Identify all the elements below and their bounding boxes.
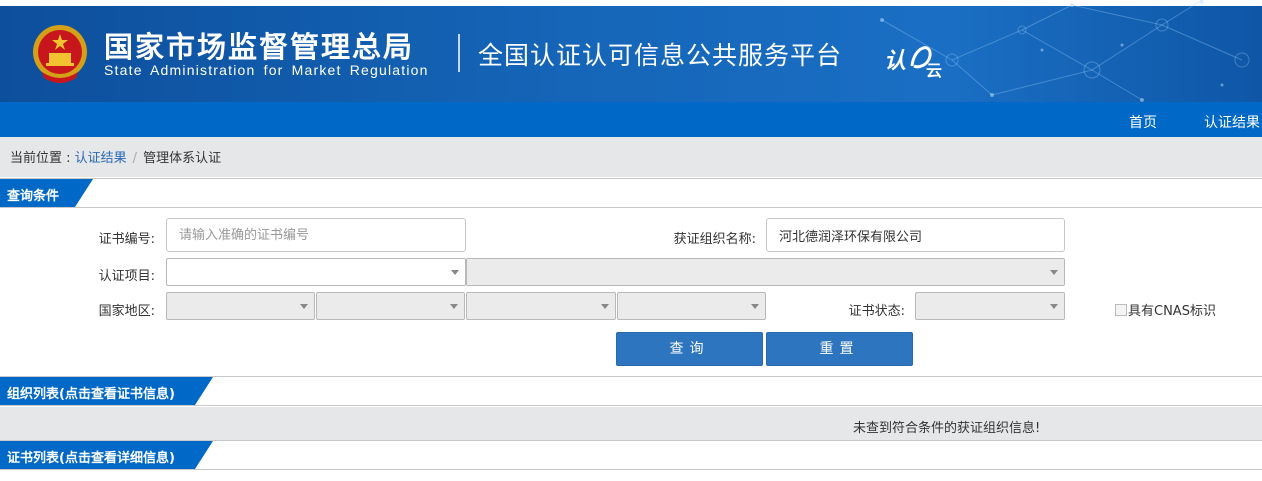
org-list-section-header: 组织列表(点击查看证书信息) — [0, 376, 1262, 406]
project-subtype-select[interactable] — [466, 258, 1065, 286]
cloud-logo-icon: 认 云 — [884, 46, 942, 80]
org-name-input[interactable] — [766, 218, 1065, 252]
cert-no-label: 证书编号: — [98, 232, 155, 247]
chevron-down-icon — [601, 304, 609, 309]
org-name-label: 获证组织名称: — [673, 232, 756, 247]
platform-title: 全国认证认可信息公共服务平台 — [478, 41, 843, 70]
reset-button[interactable]: 重置 — [766, 332, 913, 366]
org-list-section-title: 组织列表(点击查看证书信息) — [0, 377, 213, 405]
region-country-select[interactable] — [166, 292, 315, 320]
breadcrumb-link-cert-results[interactable]: 认证结果 — [75, 151, 127, 166]
cert-no-input[interactable] — [166, 218, 466, 252]
query-section-header: 查询条件 — [0, 178, 1262, 208]
org-list-empty-message: 未查到符合条件的获证组织信息! — [853, 421, 1041, 436]
chevron-down-icon — [1050, 270, 1058, 275]
nav-item-cert-results[interactable]: 认证结果 — [1204, 112, 1260, 132]
org-list-empty-row: 未查到符合条件的获证组织信息! — [0, 407, 1262, 441]
status-select[interactable] — [915, 292, 1065, 320]
region-city-select[interactable] — [466, 292, 616, 320]
svg-text:认: 认 — [884, 49, 906, 74]
status-label: 证书状态: — [848, 304, 905, 319]
top-nav: 首页 认证结果 — [0, 102, 1262, 137]
nav-item-home[interactable]: 首页 — [1129, 112, 1157, 132]
breadcrumb: 当前位置 : 认证结果 / 管理体系认证 — [0, 137, 1262, 177]
search-button[interactable]: 查询 — [616, 332, 763, 366]
brand-divider — [458, 34, 460, 72]
chevron-down-icon — [451, 270, 459, 275]
region-label: 国家地区: — [98, 304, 155, 319]
cnas-checkbox-wrap[interactable]: 具有CNAS标识 — [1115, 300, 1216, 319]
region-province-select[interactable] — [316, 292, 465, 320]
checkbox-icon[interactable] — [1115, 303, 1127, 316]
chevron-down-icon — [751, 304, 759, 309]
project-select[interactable] — [166, 258, 466, 286]
cert-list-section-title: 证书列表(点击查看详细信息) — [0, 441, 213, 469]
breadcrumb-current: 管理体系认证 — [143, 151, 222, 166]
cert-list-section-header: 证书列表(点击查看详细信息) — [0, 440, 1262, 470]
chevron-down-icon — [300, 304, 308, 309]
project-label: 认证项目: — [98, 269, 155, 284]
national-emblem-icon — [33, 25, 87, 83]
chevron-down-icon — [450, 304, 458, 309]
brand-name-cn: 国家市场监督管理总局 — [104, 30, 415, 64]
query-section-title: 查询条件 — [0, 179, 93, 207]
brand-name-en: State Administration for Market Regulati… — [104, 62, 429, 78]
breadcrumb-separator: / — [132, 151, 138, 166]
header-banner: 国家市场监督管理总局 State Administration for Mark… — [0, 0, 1262, 102]
chevron-down-icon — [1050, 304, 1058, 309]
region-district-select[interactable] — [617, 292, 766, 320]
breadcrumb-prefix: 当前位置 : — [10, 151, 75, 166]
svg-text:云: 云 — [926, 61, 942, 80]
cnas-checkbox-label: 具有CNAS标识 — [1128, 304, 1216, 319]
